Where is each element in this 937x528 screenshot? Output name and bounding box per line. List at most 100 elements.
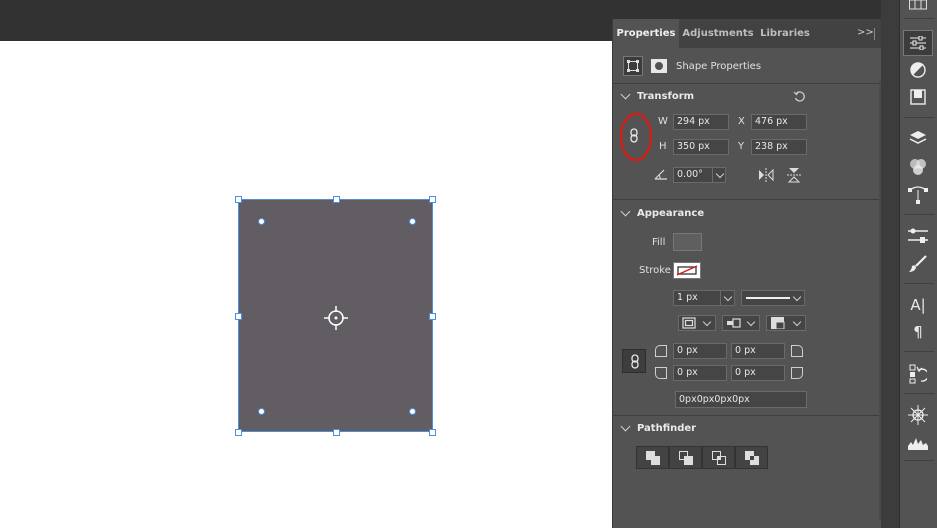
selected-rectangle-shape[interactable] <box>235 196 436 436</box>
chevron-down-icon <box>715 169 725 179</box>
chevron-down-icon[interactable] <box>620 421 631 432</box>
chevron-down-icon <box>702 317 712 327</box>
flip-vertical-icon[interactable] <box>787 167 801 183</box>
chevron-down-icon[interactable] <box>620 206 631 217</box>
angle-icon <box>654 169 667 180</box>
y-position-input[interactable]: 238 px <box>751 139 807 155</box>
chevron-down-icon <box>792 317 802 327</box>
height-label: H <box>659 141 667 152</box>
dock-divider <box>904 18 934 19</box>
width-input[interactable]: 294 px <box>673 114 729 130</box>
height-input[interactable]: 350 px <box>673 139 729 155</box>
y-label: Y <box>738 141 745 152</box>
stroke-corners-dropdown[interactable] <box>766 315 806 331</box>
navigator-icon[interactable] <box>908 405 928 425</box>
brushes-icon[interactable] <box>908 255 928 273</box>
paragraph-icon[interactable]: ¶ <box>908 323 928 341</box>
section-divider <box>613 199 882 200</box>
resize-handle-bottom[interactable] <box>333 429 340 436</box>
shape-properties-button[interactable] <box>623 56 643 76</box>
tab-properties[interactable]: Properties <box>613 19 679 48</box>
corner-radius-bottom-left-input[interactable]: 0 px <box>673 365 727 381</box>
link-icon <box>631 354 639 369</box>
section-divider <box>613 83 882 84</box>
right-panel-dock: A| ¶ <box>899 0 937 528</box>
resize-handle-top[interactable] <box>333 196 340 203</box>
transform-section-title[interactable]: Transform <box>637 91 694 102</box>
resize-handle-bottom-left[interactable] <box>235 429 242 436</box>
corner-bottom-right-icon <box>791 367 803 379</box>
resize-handle-top-right[interactable] <box>429 196 436 203</box>
pathfinder-exclude-button[interactable] <box>735 446 768 469</box>
chevron-down-icon <box>746 317 756 327</box>
pathfinder-intersect-button[interactable] <box>702 446 735 469</box>
section-divider <box>613 415 882 416</box>
shape-properties-label: Shape Properties <box>676 61 762 72</box>
flip-horizontal-icon[interactable] <box>758 168 774 182</box>
history-icon[interactable] <box>909 364 927 384</box>
corner-radius-top-right-input[interactable]: 0 px <box>731 343 785 359</box>
grid-panel-icon[interactable] <box>909 0 927 10</box>
corner-radius-top-left-input[interactable]: 0 px <box>673 343 727 359</box>
tab-divider <box>874 28 875 40</box>
resize-handle-left[interactable] <box>235 313 242 320</box>
chevron-down-icon <box>792 292 802 302</box>
corner-radius-widget-top-right[interactable] <box>409 218 416 225</box>
stroke-width-input[interactable]: 1 px <box>673 290 721 306</box>
stroke-width-dropdown[interactable] <box>720 290 735 306</box>
chevron-down-icon[interactable] <box>620 89 631 100</box>
stroke-align-inside-icon <box>682 317 696 329</box>
paths-icon[interactable] <box>908 186 928 204</box>
character-icon[interactable]: A| <box>908 296 928 314</box>
corner-radius-widget-bottom-left[interactable] <box>258 408 265 415</box>
resize-handle-top-left[interactable] <box>235 196 242 203</box>
pathfinder-subtract-button[interactable] <box>669 446 702 469</box>
crosshair-center-icon[interactable] <box>324 306 348 330</box>
layers-icon[interactable] <box>909 130 927 146</box>
stroke-corner-icon <box>771 317 785 329</box>
stroke-caps-dropdown[interactable] <box>722 315 760 331</box>
resize-handle-right[interactable] <box>429 313 436 320</box>
corner-radius-combined-input[interactable]: 0px0px0px0px <box>675 391 807 408</box>
channels-icon[interactable] <box>909 158 927 176</box>
stroke-cap-icon <box>727 318 741 328</box>
dock-divider <box>904 351 934 352</box>
tab-adjustments[interactable]: Adjustments <box>679 19 757 48</box>
brush-settings-icon[interactable] <box>908 227 928 245</box>
dock-divider <box>904 283 934 284</box>
mask-icon[interactable] <box>651 59 667 73</box>
properties-panel: Properties Adjustments Libraries >> Shap… <box>612 19 891 528</box>
panel-tab-bar: Properties Adjustments Libraries >> <box>613 19 891 48</box>
chevrons-right-icon[interactable]: >> <box>857 27 874 38</box>
rotation-dropdown[interactable] <box>712 167 726 183</box>
properties-panel-button-active[interactable] <box>903 30 933 56</box>
corner-radius-bottom-right-input[interactable]: 0 px <box>731 365 785 381</box>
stroke-align-dropdown[interactable] <box>678 315 716 331</box>
fill-label: Fill <box>652 237 666 248</box>
pathfinder-section-title[interactable]: Pathfinder <box>637 423 696 434</box>
intersect-shapes-icon <box>712 451 726 465</box>
corner-top-right-icon <box>791 345 803 357</box>
resize-handle-bottom-right[interactable] <box>429 429 436 436</box>
solid-line-preview <box>746 297 790 299</box>
rotation-angle-input[interactable]: 0.00° <box>673 167 713 183</box>
chevron-down-icon <box>723 292 733 302</box>
stroke-style-dropdown[interactable] <box>741 290 805 306</box>
adjustments-icon[interactable] <box>910 62 926 78</box>
libraries-icon[interactable] <box>910 89 926 105</box>
fill-color-swatch[interactable] <box>673 233 702 251</box>
link-corners-button[interactable] <box>622 349 646 373</box>
corner-radius-widget-bottom-right[interactable] <box>409 408 416 415</box>
dock-divider <box>904 460 934 461</box>
reset-transform-icon[interactable] <box>793 90 806 103</box>
histogram-icon[interactable] <box>908 434 928 450</box>
unite-shapes-icon <box>646 451 660 465</box>
corner-radius-widget-top-left[interactable] <box>258 218 265 225</box>
x-position-input[interactable]: 476 px <box>751 114 807 130</box>
x-label: X <box>738 116 745 127</box>
stroke-color-swatch[interactable] <box>673 262 701 279</box>
pathfinder-unite-button[interactable] <box>636 446 669 469</box>
appearance-section-title[interactable]: Appearance <box>637 208 704 219</box>
dock-divider <box>904 393 934 394</box>
tab-libraries[interactable]: Libraries <box>757 19 813 48</box>
